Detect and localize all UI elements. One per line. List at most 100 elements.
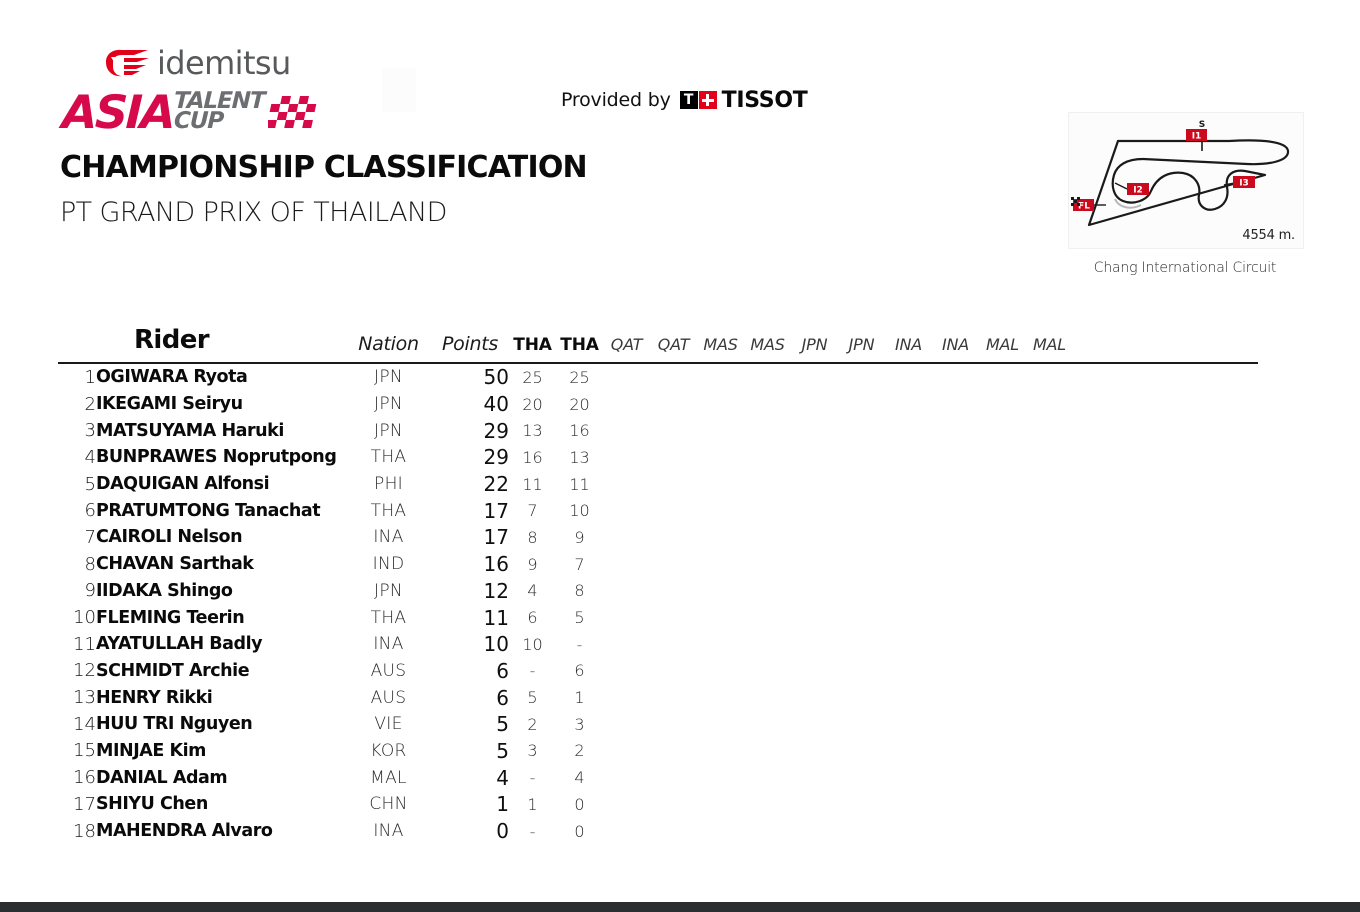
row-round-score [744,711,791,738]
row-position: 17 [73,793,96,815]
row-round-score [603,524,650,551]
background-watermark [382,68,416,112]
row-points: 6 [496,685,509,710]
row-nation: THA [370,500,407,521]
row-position: 18 [73,820,96,842]
row-round-score [650,578,697,605]
table-row: 2 IKEGAMI Seiryu JPN 40 20 20 [58,391,1258,418]
row-round-score [979,578,1026,605]
tissot-wordmark: TISSOT [721,87,808,113]
table-row: 14 HUU TRI Nguyen VIE 5 2 3 [58,711,1258,738]
row-rider-name: AYATULLAH Badly [96,634,263,655]
row-points: 50 [483,365,509,390]
row-round-score [603,578,650,605]
row-round-score [979,631,1026,658]
row-round-score [650,604,697,631]
header-round-label: JPN [848,335,875,354]
row-round-score [791,818,838,845]
row-round-score [885,391,932,418]
row-round-score: 6 [527,608,538,628]
row-round-score: 16 [522,447,543,467]
row-round-score [932,818,979,845]
row-round-score [979,818,1026,845]
row-round-score [744,417,791,444]
row-round-score [650,497,697,524]
row-round-score [697,471,744,498]
row-round-score [979,524,1026,551]
row-nation: THA [370,447,407,468]
row-round-score: 13 [569,447,590,467]
header-round-label: MAS [750,335,785,354]
row-round-score: 6 [574,661,585,681]
row-round-score: 0 [574,821,585,841]
row-round-score [1026,497,1073,524]
svg-text:I3: I3 [1239,179,1249,189]
row-spacer [1073,578,1258,605]
row-round-score [1026,818,1073,845]
idemitsu-wordmark: idemitsu [157,44,291,82]
circuit-map: S I1 I2 I3 FL 4554 m. [1068,112,1304,249]
row-round-score [744,684,791,711]
row-round-score [650,764,697,791]
row-round-score [838,764,885,791]
header-round-label: INA [941,335,970,354]
row-round-score [932,417,979,444]
row-round-score [979,658,1026,685]
row-round-score [979,471,1026,498]
row-rider-name: FLEMING Teerin [96,607,245,628]
row-round-score [603,738,650,765]
row-round-score: 25 [569,367,590,387]
table-row: 12 SCHMIDT Archie AUS 6-6 [58,658,1258,685]
asia-talent-cup-logo: ASIA TALENT CUP [61,85,320,139]
row-round-score [885,684,932,711]
provided-by-label: Provided by [561,89,671,111]
atc-asia-word: ASIA [61,85,175,139]
row-round-score [603,818,650,845]
row-position: 12 [73,660,96,682]
row-round-score: 16 [569,421,590,441]
row-round-score [1026,738,1073,765]
row-round-score [979,551,1026,578]
row-nation: THA [370,607,407,628]
page-subtitle: PT GRAND PRIX OF THAILAND [60,197,447,228]
table-row: 4 BUNPRAWES Noprutpong THA 29 16 13 [58,444,1258,471]
row-round-score [697,391,744,418]
header-round-8: INA [885,325,932,363]
table-row: 11 AYATULLAH Badly INA 10 10 - [58,631,1258,658]
row-round-score [838,604,885,631]
row-round-score: 5 [527,688,538,708]
standings-table-container: Rider Nation Points THA THA QAT QAT MAS … [58,325,1258,844]
row-points: 12 [483,578,509,603]
row-position: 11 [73,633,96,655]
row-points: 5 [496,738,509,763]
row-round-score [979,391,1026,418]
header-round-label: THA [560,335,599,355]
row-round-score [791,578,838,605]
row-position: 14 [73,713,96,735]
row-points: 10 [483,632,509,657]
table-row: 16 DANIAL Adam MAL 4-4 [58,764,1258,791]
header-round-label: QAT [610,335,643,354]
row-round-score [1026,791,1073,818]
row-position: 4 [84,446,96,468]
row-round-score [932,684,979,711]
row-round-score [979,738,1026,765]
row-round-score [744,658,791,685]
row-round-score [697,684,744,711]
row-round-score [1026,391,1073,418]
row-points: 16 [483,552,509,577]
row-round-score [932,551,979,578]
row-round-score [838,524,885,551]
standings-header-row: Rider Nation Points THA THA QAT QAT MAS … [58,325,1258,363]
row-round-score [744,551,791,578]
header-spacer [1073,325,1258,363]
row-round-score [1026,658,1073,685]
row-round-score [603,631,650,658]
row-round-score [791,417,838,444]
row-round-score [838,444,885,471]
table-row: 15 MINJAE Kim KOR 5 3 2 [58,738,1258,765]
row-rider-name: HENRY Rikki [96,687,213,708]
row-round-score [1026,524,1073,551]
row-spacer [1073,684,1258,711]
row-round-score [838,791,885,818]
